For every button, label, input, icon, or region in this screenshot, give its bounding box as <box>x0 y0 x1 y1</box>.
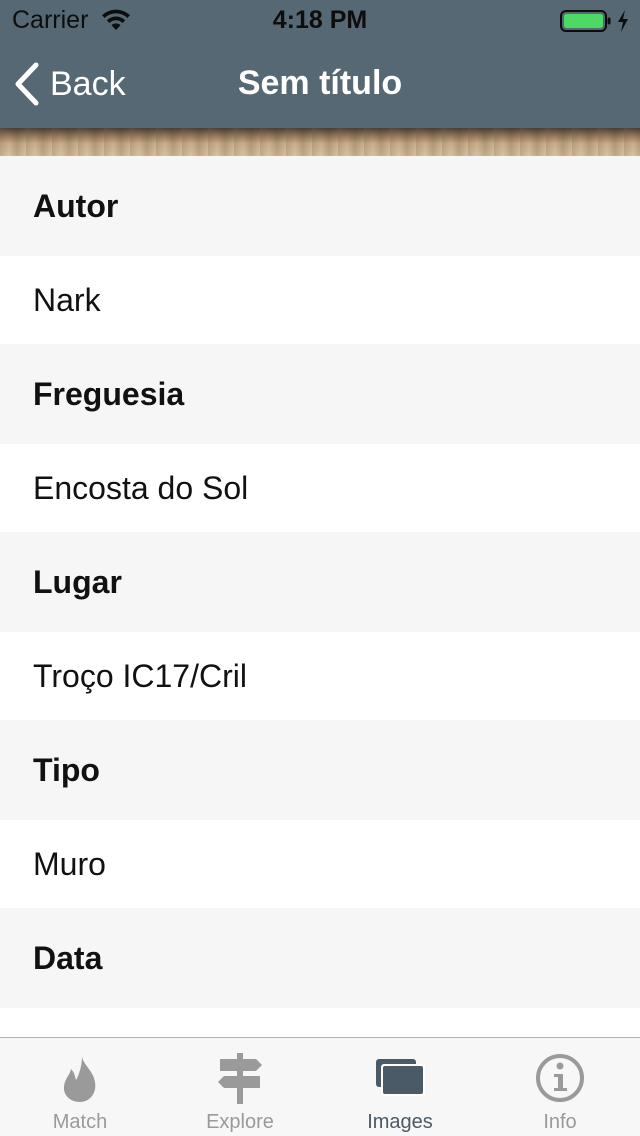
section-label: Freguesia <box>33 375 185 412</box>
screen: Carrier 4:18 PM Back Sem título Autor Na… <box>0 0 640 1136</box>
section-value-text: Troço IC17/Cril <box>33 657 247 694</box>
section-label: Autor <box>33 187 119 224</box>
section-header-freguesia: Freguesia <box>0 344 640 444</box>
tab-match[interactable]: Match <box>0 1038 160 1136</box>
section-value-text: Nark <box>33 281 101 318</box>
section-value-text: Muro <box>33 845 106 882</box>
section-label: Lugar <box>33 563 122 600</box>
battery-icon <box>560 10 611 32</box>
tab-images[interactable]: Images <box>320 1038 480 1136</box>
tab-explore[interactable]: Explore <box>160 1038 320 1136</box>
navigation-bar: Back Sem título <box>0 40 640 128</box>
charging-icon <box>618 10 628 32</box>
tab-label: Explore <box>206 1111 274 1133</box>
signpost-icon <box>218 1053 262 1104</box>
section-value-freguesia: Encosta do Sol <box>0 444 640 532</box>
section-header-tipo: Tipo <box>0 720 640 820</box>
header-photo <box>0 128 640 156</box>
tab-label: Info <box>543 1111 577 1133</box>
section-header-data: Data <box>0 908 640 1008</box>
tab-label: Images <box>367 1111 433 1133</box>
section-label: Data <box>33 939 103 976</box>
tab-info[interactable]: Info <box>480 1038 640 1136</box>
section-value-lugar: Troço IC17/Cril <box>0 632 640 720</box>
page-title: Sem título <box>237 64 403 102</box>
status-bar: Carrier 4:18 PM <box>0 0 640 40</box>
tab-label: Match <box>52 1111 108 1133</box>
tab-bar: Match Explore Images Info <box>0 1037 640 1136</box>
detail-list: Autor Nark Freguesia Encosta do Sol Luga… <box>0 156 640 1096</box>
header: Carrier 4:18 PM Back Sem título <box>0 0 640 156</box>
section-value-text: Encosta do Sol <box>33 469 249 506</box>
section-header-lugar: Lugar <box>0 532 640 632</box>
flame-icon <box>63 1056 96 1102</box>
status-time: 4:18 PM <box>272 6 368 34</box>
section-header-autor: Autor <box>0 156 640 256</box>
images-icon <box>376 1059 425 1096</box>
section-label: Tipo <box>33 751 100 788</box>
section-value-autor: Nark <box>0 256 640 344</box>
info-icon <box>536 1054 584 1102</box>
section-value-tipo: Muro <box>0 820 640 908</box>
